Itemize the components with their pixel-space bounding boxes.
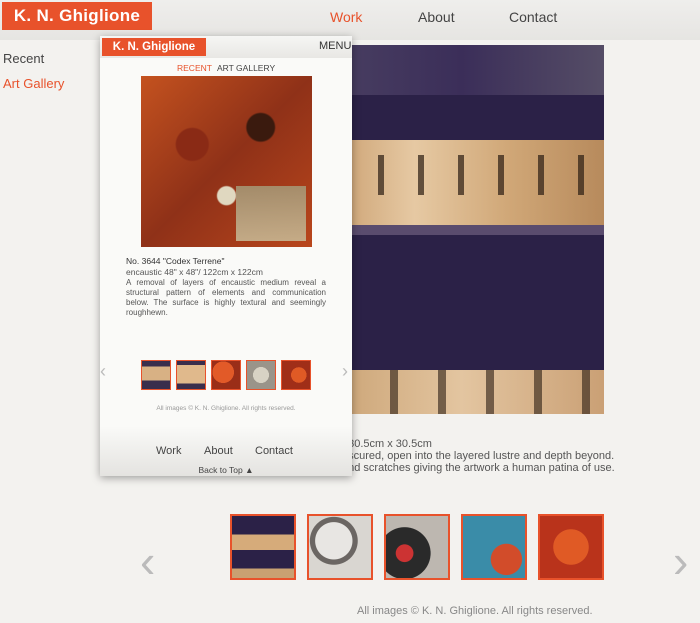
- gallery-thumbnail[interactable]: [230, 514, 296, 580]
- mobile-gallery-thumbnail[interactable]: [281, 360, 311, 390]
- artwork-size: / 30.5cm x 30.5cm: [342, 438, 432, 450]
- artwork-description-line: and scratches giving the artwork a human…: [342, 462, 615, 474]
- mobile-artwork-image: [141, 76, 312, 247]
- sidebar-item-recent[interactable]: Recent: [3, 51, 44, 66]
- mobile-footer-nav-about[interactable]: About: [204, 445, 233, 457]
- mobile-tab-art-gallery[interactable]: ART GALLERY: [217, 63, 275, 73]
- mobile-tab-recent[interactable]: RECENT: [177, 63, 212, 73]
- mobile-preview-panel: K. N. Ghiglione MENU RECENT ART GALLERY …: [100, 36, 352, 476]
- mobile-gallery-thumbnail[interactable]: [211, 360, 241, 390]
- mobile-artwork-medium: encaustic 48" x 48"/ 122cm x 122cm: [126, 267, 263, 277]
- mobile-menu-button[interactable]: MENU: [319, 40, 351, 52]
- artwork-description-line: bscured, open into the layered lustre an…: [342, 450, 615, 462]
- mobile-gallery-thumbnail[interactable]: [246, 360, 276, 390]
- gallery-thumbnail[interactable]: [307, 514, 373, 580]
- gallery-thumbnail[interactable]: [461, 514, 527, 580]
- nav-work[interactable]: Work: [330, 9, 362, 25]
- gallery-prev-arrow-icon[interactable]: ‹: [140, 538, 155, 584]
- mobile-footer-nav-work[interactable]: Work: [156, 445, 181, 457]
- mobile-site-logo[interactable]: K. N. Ghiglione: [102, 38, 206, 56]
- gallery-thumbnail[interactable]: [538, 514, 604, 580]
- gallery-thumbnail[interactable]: [384, 514, 450, 580]
- nav-contact[interactable]: Contact: [509, 9, 557, 25]
- nav-about[interactable]: About: [418, 9, 455, 25]
- mobile-prev-arrow-icon[interactable]: ‹: [100, 361, 106, 382]
- copyright-text: All images © K. N. Ghiglione. All rights…: [357, 605, 593, 617]
- mobile-copyright-text: All images © K. N. Ghiglione. All rights…: [156, 405, 296, 412]
- mobile-footer-nav-contact[interactable]: Contact: [255, 445, 293, 457]
- mobile-footer: Work About Contact Back to Top ▲: [100, 426, 352, 476]
- gallery-next-arrow-icon[interactable]: ›: [673, 538, 688, 584]
- mobile-artwork-description: A removal of layers of encaustic medium …: [126, 278, 326, 317]
- mobile-gallery-thumbnail[interactable]: [141, 360, 171, 390]
- mobile-gallery-thumbnail[interactable]: [176, 360, 206, 390]
- back-to-top-link[interactable]: Back to Top ▲: [100, 465, 352, 475]
- mobile-artwork-title: No. 3644 "Codex Terrene": [126, 256, 225, 266]
- main-artwork-image: [320, 45, 604, 414]
- mobile-next-arrow-icon[interactable]: ›: [342, 361, 348, 382]
- sidebar-item-art-gallery[interactable]: Art Gallery: [3, 76, 64, 91]
- site-logo[interactable]: K. N. Ghiglione: [2, 2, 152, 30]
